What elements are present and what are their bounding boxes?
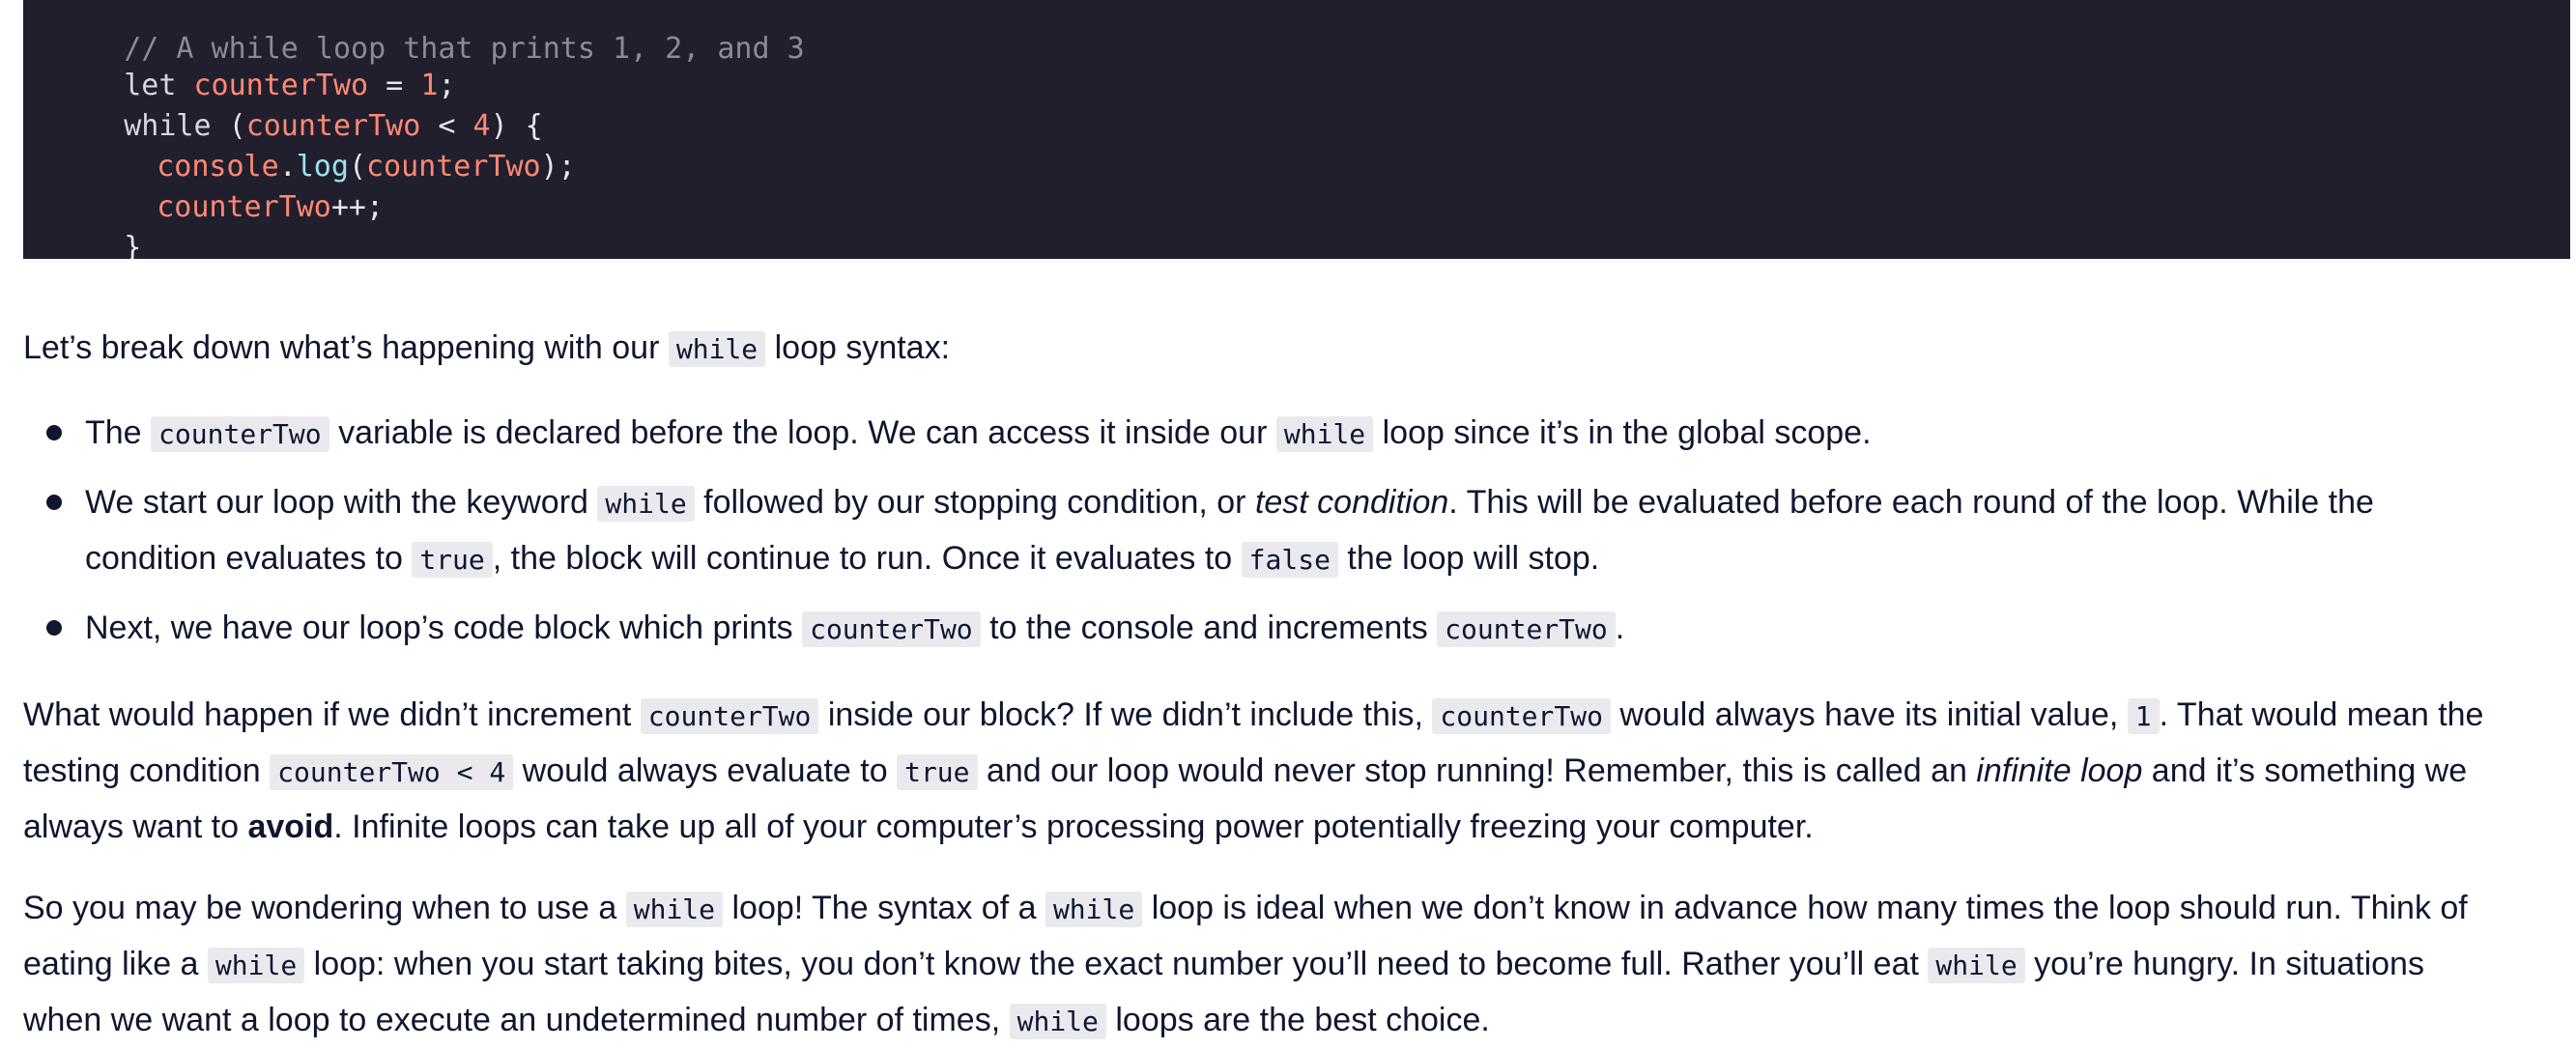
bullet-icon (46, 495, 62, 510)
code-line-1: let counterTwo = 1; (54, 25, 455, 102)
inline-code: counterTwo (1437, 611, 1616, 647)
paragraph-text: would always evaluate to (513, 752, 898, 789)
paragraph-line: always want to avoid. Infinite loops can… (23, 800, 2555, 854)
paragraph-text: loop is ideal when we don’t know in adva… (1142, 890, 2468, 926)
code-line-3: console.log(counterTwo); (87, 106, 576, 184)
inline-code: while (1045, 892, 1143, 927)
paragraph-text: loop! The syntax of a (723, 890, 1045, 926)
paragraph-when-to-use: So you may be wondering when to use a wh… (23, 881, 2555, 1049)
list-line: We start our loop with the keyword while… (85, 475, 2374, 531)
inline-code: while (668, 331, 766, 367)
paragraph-infinite-loop: What would happen if we didn’t increment… (23, 688, 2555, 854)
paragraph-line: when we want a loop to execute an undete… (23, 993, 2555, 1049)
inline-code: while (1928, 948, 2025, 983)
intro-text: loop syntax: (765, 329, 951, 366)
intro-text: Let’s break down what’s happening with o… (23, 329, 669, 366)
paragraph-text: . Infinite loops can take up all of your… (333, 808, 1814, 845)
bullet-icon (46, 620, 62, 636)
inline-code: counterTwo (802, 611, 981, 647)
list-text: . This will be evaluated before each rou… (1448, 484, 2374, 521)
list-line: condition evaluates to true, the block w… (85, 531, 2374, 587)
inline-code: counterTwo < 4 (270, 754, 514, 790)
inline-code: while (1275, 416, 1374, 452)
paragraph-text: loops are the best choice. (1105, 1002, 1490, 1038)
intro-paragraph: Let’s break down what’s happening with o… (23, 321, 2555, 377)
bold-text: avoid (247, 808, 334, 845)
paragraph-text: inside our block? If we didn’t include t… (818, 696, 1433, 733)
inline-code: false (1241, 542, 1338, 578)
list-text: Next, we have our loop’s code block whic… (85, 610, 803, 646)
emphasis-text: infinite loop (1976, 752, 2143, 789)
paragraph-text: What would happen if we didn’t increment (23, 696, 641, 733)
inline-code: while (625, 892, 724, 927)
list-text: followed by our stopping condition, or (694, 484, 1255, 521)
list-text: , the block will continue to run. Once i… (492, 540, 1242, 577)
paragraph-line: So you may be wondering when to use a wh… (23, 881, 2555, 937)
paragraph-text: loop: when you start taking bites, you d… (304, 946, 1929, 982)
paragraph-text: and our loop would never stop running! R… (977, 752, 1977, 789)
list-item: The counterTwo variable is declared befo… (23, 406, 1872, 462)
code-block: // A while loop that prints 1, 2, and 3 … (23, 0, 2570, 259)
paragraph-text: would always have its initial value, (1610, 696, 2128, 733)
inline-code: counterTwo (640, 698, 819, 734)
paragraph-text: when we want a loop to execute an undete… (23, 1002, 1010, 1038)
list-text: to the console and increments (980, 610, 1438, 646)
paragraph-line: eating like a while loop: when you start… (23, 937, 2555, 993)
inline-code: true (897, 754, 978, 790)
inline-code: counterTwo (1432, 698, 1611, 734)
inline-code: counterTwo (151, 416, 329, 452)
bullet-icon (46, 425, 62, 440)
inline-code: 1 (2127, 698, 2160, 734)
code-punctuation: ); (540, 150, 576, 184)
list-text: condition evaluates to (85, 540, 413, 577)
paragraph-text: eating like a (23, 946, 208, 982)
paragraph-line: testing condition counterTwo < 4 would a… (23, 744, 2555, 800)
code-operator: ++; (330, 190, 385, 224)
paragraph-text: So you may be wondering when to use a (23, 890, 626, 926)
paragraph-text: testing condition (23, 752, 271, 789)
paragraph-text: . That would mean the (2159, 696, 2484, 733)
list-text: We start our loop with the keyword (85, 484, 598, 521)
code-line-5: } (54, 187, 141, 259)
list-item: Next, we have our loop’s code block whic… (23, 601, 1624, 657)
paragraph-line: What would happen if we didn’t increment… (23, 688, 2555, 744)
list-text: variable is declared before the loop. We… (329, 414, 1276, 451)
list-text: . (1615, 610, 1625, 646)
list-text: the loop will stop. (1337, 540, 1600, 577)
code-punctuation: } (124, 231, 142, 259)
inline-code: while (597, 486, 695, 522)
code-line-4: counterTwo++; (87, 147, 384, 224)
emphasis-text: test condition (1254, 484, 1449, 521)
list-text: loop since it’s in the global scope. (1373, 414, 1872, 451)
paragraph-text: always want to (23, 808, 248, 845)
code-variable: counterTwo (157, 190, 331, 224)
paragraph-text: and it’s something we (2142, 752, 2468, 789)
paragraph-text: you’re hungry. In situations (2024, 946, 2424, 982)
code-line-2: while (counterTwo < 4) { (54, 66, 543, 143)
list-text: The (85, 414, 152, 451)
list-item: We start our loop with the keyword while… (23, 475, 2374, 587)
code-variable: counterTwo (366, 150, 541, 184)
inline-code: while (1009, 1004, 1106, 1039)
inline-code: true (412, 542, 493, 578)
inline-code: while (207, 948, 305, 983)
